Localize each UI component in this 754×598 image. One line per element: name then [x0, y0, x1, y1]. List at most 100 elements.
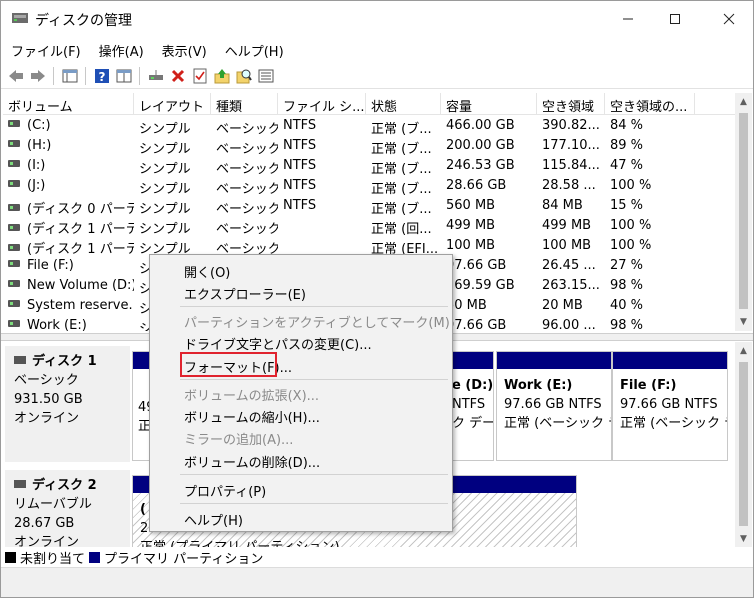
menu-file[interactable]: ファイル(F) — [1, 39, 89, 61]
table-cell: Work (E:) — [8, 318, 134, 331]
scroll-down-icon[interactable]: ▼ — [735, 530, 752, 547]
disk-1-size: 931.50 GB — [14, 392, 83, 407]
table-cell: 98 % — [610, 318, 644, 331]
disk-2-type: リムーバブル — [14, 497, 92, 512]
menu-item-mark-active: パーティションをアクティブとしてマーク(M) — [184, 316, 450, 331]
maximize-icon — [670, 14, 680, 24]
menu-help[interactable]: ヘルプ(H) — [215, 39, 292, 61]
column-header-capacity[interactable]: 容量 — [441, 93, 537, 115]
check-button[interactable] — [191, 67, 209, 85]
table-cell: 100 MB — [446, 238, 496, 253]
import-button[interactable] — [213, 67, 231, 85]
table-cell: 96.00 ... — [542, 318, 596, 331]
table-cell: 正常 (回... — [371, 222, 432, 237]
disk-1-partition-file[interactable]: File (F:) 97.66 GB NTFS 正常 (ベーシック デ — [612, 351, 728, 461]
menu-action[interactable]: 操作(A) — [89, 39, 152, 61]
menu-item-properties[interactable]: プロパティ(P) — [184, 481, 266, 500]
menu-view[interactable]: 表示(V) — [152, 39, 215, 61]
menu-item-change-drive-letter[interactable]: ドライブ文字とパスの変更(C)... — [184, 334, 372, 353]
menu-item-shrink-volume[interactable]: ボリュームの縮小(H)... — [184, 407, 320, 426]
scrollbar-thumb[interactable] — [739, 113, 748, 309]
properties-button[interactable] — [115, 67, 133, 85]
table-row[interactable]: (ディスク 1 パーテ...シンプルベーシック正常 (EFI...100 MB1… — [3, 236, 735, 257]
format-highlight-box — [180, 352, 277, 377]
menu-bar: ファイル(F) 操作(A) 表示(V) ヘルプ(H) — [1, 39, 753, 61]
legend-label-unallocated: 未割り当て — [20, 551, 86, 567]
scroll-down-icon[interactable]: ▼ — [735, 313, 752, 330]
column-header-status[interactable]: 状態 — [366, 93, 441, 115]
drive-icon — [8, 180, 20, 187]
properties-icon — [116, 69, 132, 83]
maximize-button[interactable] — [652, 1, 698, 37]
help-button[interactable]: ? — [93, 67, 111, 85]
check-icon — [193, 68, 207, 84]
column-header-free-space[interactable]: 空き領域 — [537, 93, 605, 115]
delete-button[interactable] — [169, 67, 187, 85]
table-cell: File (F:) — [8, 258, 134, 273]
column-header-filesystem[interactable]: ファイル シ... — [278, 93, 366, 115]
menu-item-open[interactable]: 開く(O) — [184, 262, 230, 281]
table-row[interactable]: (I:) シンプル ベーシック NTFS 正常 (ブ... 246.53 GB 115.84… — [3, 156, 735, 177]
legend-label-primary: プライマリ パーティション — [104, 551, 264, 567]
back-button[interactable] — [7, 67, 25, 85]
table-cell: シンプル — [139, 202, 191, 217]
show-hide-tree-button[interactable] — [61, 67, 79, 85]
scroll-up-icon[interactable]: ▲ — [735, 342, 752, 359]
table-cell: シンプル — [139, 142, 191, 157]
table-cell: 200.00 GB — [446, 138, 515, 153]
table-row[interactable]: (C:) シンプル ベーシック NTFS 正常 (ブ... 466.00 GB 390.82… — [3, 116, 735, 137]
table-cell: 466.00 GB — [446, 118, 515, 133]
disk-1-partition-new-volume[interactable]: e (D:) NTFS ク デー — [451, 351, 494, 461]
column-header-type[interactable]: 種類 — [211, 93, 278, 115]
disk-2-status: オンライン — [14, 535, 80, 547]
table-cell: 89 % — [610, 138, 644, 153]
disk-1-partition-work[interactable]: Work (E:) 97.66 GB NTFS 正常 (ベーシック デ — [496, 351, 612, 461]
drive-icon — [8, 320, 20, 327]
connect-button[interactable] — [147, 67, 165, 85]
import-icon — [214, 69, 230, 84]
menu-item-explorer[interactable]: エクスプローラー(E) — [184, 284, 306, 303]
table-cell: (C:) — [8, 118, 134, 133]
menu-item-delete-volume[interactable]: ボリュームの削除(D)... — [184, 452, 320, 471]
table-cell: NTFS — [283, 178, 317, 193]
table-row[interactable]: (ディスク 0 パーテ... シンプル ベーシック NTFS 正常 (ブ... 560 M… — [3, 196, 735, 217]
table-cell: 28.58 ... — [542, 178, 596, 193]
scrollbar-thumb[interactable] — [739, 362, 748, 526]
column-header-volume[interactable]: ボリューム — [3, 93, 134, 115]
table-row[interactable]: (ディスク 1 パーテ... シンプル ベーシック 正常 (回... 499 MB 499… — [3, 216, 735, 237]
scroll-up-icon[interactable]: ▲ — [735, 93, 752, 110]
column-header-layout[interactable]: レイアウト — [134, 93, 211, 115]
disk-management-window: ディスクの管理 ファイル(F) 操作(A) 表示(V) ヘルプ(H) ? ボリュ… — [0, 0, 754, 598]
table-cell: ベーシック — [216, 162, 278, 177]
table-cell: 263.15... — [542, 278, 600, 293]
close-button[interactable] — [706, 1, 752, 37]
list-view-button[interactable] — [257, 67, 275, 85]
table-cell: 390.82... — [542, 118, 600, 133]
search-button[interactable] — [235, 67, 253, 85]
column-header-free-percent[interactable]: 空き領域の... — [605, 93, 695, 115]
list-icon — [258, 69, 274, 83]
table-row[interactable]: (J:) シンプル ベーシック NTFS 正常 (ブ... 28.66 GB 28.58 .… — [3, 176, 735, 197]
table-cell: 100 % — [610, 218, 652, 233]
drive-icon — [8, 224, 20, 231]
table-cell: 269.59 GB — [446, 278, 515, 293]
menu-item-help[interactable]: ヘルプ(H) — [184, 510, 243, 529]
table-cell: 正常 (ブ... — [371, 202, 432, 217]
table-row[interactable]: (H:) シンプル ベーシック NTFS 正常 (ブ... 200.00 GB 177.10… — [3, 136, 735, 157]
minimize-button[interactable] — [605, 1, 651, 37]
disk-1-info[interactable]: ディスク 1 ベーシック 931.50 GB オンライン — [5, 346, 130, 462]
table-cell: NTFS — [283, 118, 317, 133]
table-cell: NTFS — [283, 138, 317, 153]
context-menu: 開く(O) エクスプローラー(E) パーティションをアクティブとしてマーク(M)… — [149, 254, 453, 532]
disk-2-info[interactable]: ディスク 2 リムーバブル 28.67 GB オンライン — [5, 470, 130, 547]
legend: 未割り当て プライマリ パーティション — [5, 547, 263, 567]
table-cell: 100 MB — [542, 238, 592, 253]
table-cell: (ディスク 0 パーテ... — [8, 198, 134, 217]
table-cell: 115.84... — [542, 158, 600, 173]
drive-icon — [8, 120, 20, 127]
volume-list-scrollbar[interactable]: ▲ ▼ — [735, 93, 752, 331]
table-cell: (ディスク 1 パーテ... — [8, 238, 134, 257]
table-cell: ベーシック — [216, 202, 278, 217]
disk-map-scrollbar[interactable]: ▲ ▼ — [735, 342, 752, 547]
forward-button[interactable] — [29, 67, 47, 85]
